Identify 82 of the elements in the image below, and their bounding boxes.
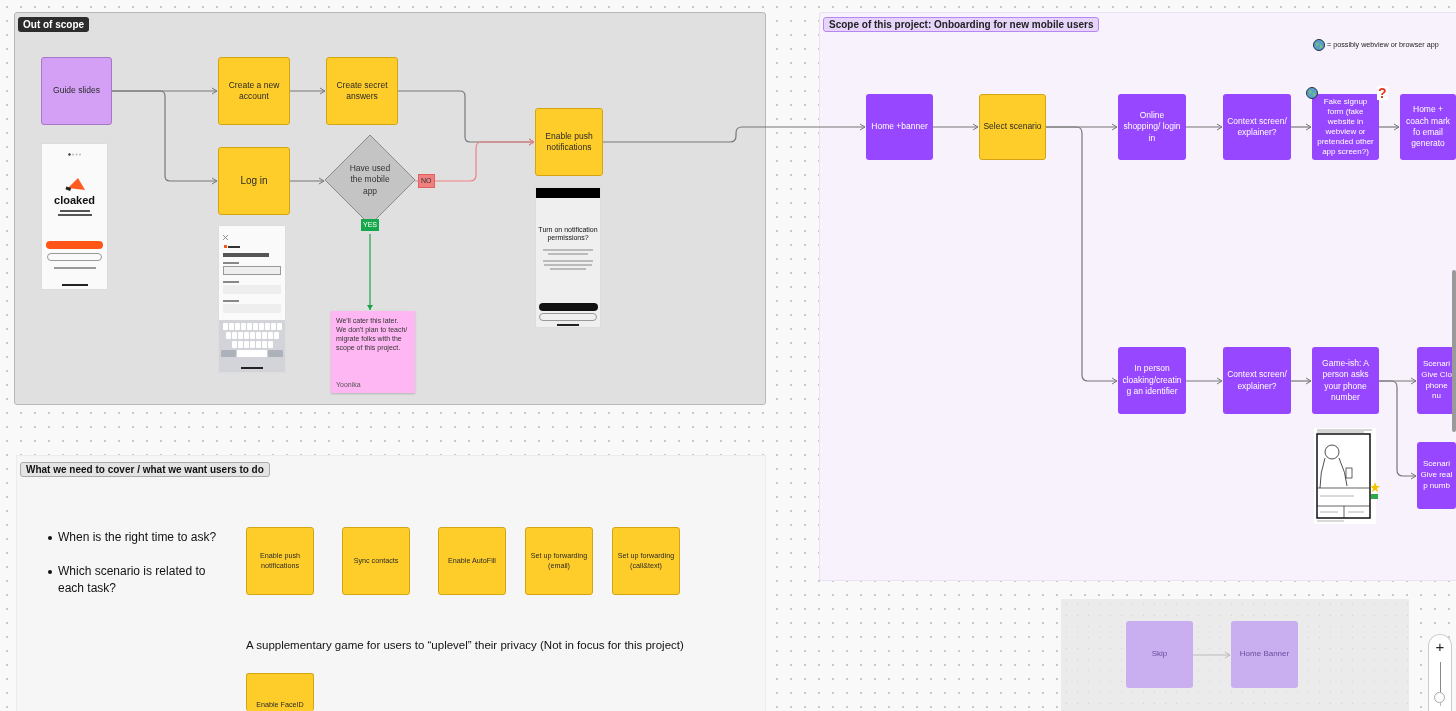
keyboard-key[interactable] xyxy=(267,341,273,348)
connector-arrow xyxy=(1290,123,1312,131)
keyboard-key[interactable] xyxy=(273,332,279,339)
blurred-text xyxy=(223,253,269,257)
connector-arrow xyxy=(289,87,326,95)
keyboard-key[interactable] xyxy=(231,332,237,339)
bullet-text: When is the right time to ask? xyxy=(58,529,217,546)
keyboard-key[interactable] xyxy=(221,350,236,357)
app-logo-text: cloaked xyxy=(54,194,95,206)
keyboard-key[interactable] xyxy=(268,350,283,357)
logo-icon xyxy=(224,245,227,248)
keyboard-key[interactable] xyxy=(249,341,255,348)
task-sticky: Enable push notifications xyxy=(535,108,603,176)
keyboard-key[interactable] xyxy=(234,323,240,330)
flow-step: Scenari Give real p numb xyxy=(1417,442,1456,509)
flow-step: Context screen/ explainer? xyxy=(1223,94,1291,160)
flow-step: Fake signup form (fake website in webview or pretended other app screen?) xyxy=(1312,94,1379,160)
flow-step: Skip xyxy=(1126,621,1193,688)
bullet-icon xyxy=(48,536,52,540)
keyboard-key[interactable] xyxy=(231,341,237,348)
blurred-text xyxy=(228,245,240,248)
keyboard-key[interactable] xyxy=(261,332,267,339)
keyboard-key[interactable] xyxy=(237,332,243,339)
keyboard-key[interactable] xyxy=(225,332,231,339)
flow-step: Home Banner xyxy=(1231,621,1298,688)
status-bar xyxy=(536,188,600,198)
task-sticky: Select scenario xyxy=(979,94,1046,160)
keyboard-key[interactable] xyxy=(255,332,261,339)
connector-arrow xyxy=(1290,377,1312,385)
task-sticky: Create secret answers xyxy=(326,57,398,125)
keyboard-key[interactable] xyxy=(228,323,234,330)
flow-step: Home + coach mark fo email generato xyxy=(1400,94,1456,160)
keyboard-key[interactable] xyxy=(249,332,255,339)
keyboard-key[interactable] xyxy=(258,323,264,330)
logo-icon xyxy=(63,178,86,192)
turn-on-button[interactable] xyxy=(538,303,598,311)
section-label: What we need to cover / what we want users to do xyxy=(20,462,270,477)
login-button[interactable] xyxy=(46,241,103,249)
keyboard-key[interactable] xyxy=(246,323,252,330)
keyboard-key[interactable] xyxy=(264,323,270,330)
task-sticky: Create a new account xyxy=(218,57,290,125)
section-label: Scope of this project: Onboarding for new mobile users xyxy=(823,17,1100,32)
keyboard-key[interactable] xyxy=(270,323,276,330)
connector-arrow xyxy=(932,123,979,131)
home-indicator xyxy=(61,284,88,286)
input-field[interactable] xyxy=(223,266,281,275)
question-mark: ? xyxy=(1377,86,1388,100)
flow-step: Home +banner xyxy=(866,94,933,160)
keyboard-key[interactable] xyxy=(261,341,267,348)
close-icon xyxy=(223,235,228,240)
keyboard-key[interactable] xyxy=(243,332,249,339)
task-sticky: Log in xyxy=(218,147,290,215)
flow-step: Online shopping/ login in xyxy=(1118,94,1186,160)
connector-arrow xyxy=(1185,123,1223,131)
keyboard-key[interactable] xyxy=(255,341,261,348)
connector-arrow xyxy=(289,177,325,185)
keyboard-key[interactable] xyxy=(240,323,246,330)
keyboard-key[interactable] xyxy=(222,323,228,330)
flow-step: Game-ish: A person asks your phone number xyxy=(1312,347,1379,414)
flow-step: Guide slides xyxy=(41,57,112,125)
home-indicator xyxy=(557,324,579,326)
flow-step: In person cloaking/creating an identifier xyxy=(1118,347,1186,414)
page-dots xyxy=(67,153,82,156)
bullet-icon xyxy=(48,570,52,574)
home-indicator xyxy=(241,367,263,369)
keyboard-key[interactable] xyxy=(276,323,282,330)
bullet-text: Which scenario is related to each task? xyxy=(58,563,207,597)
decision-text: Have used the mobile app xyxy=(348,163,392,198)
connector-arrow xyxy=(1185,377,1223,385)
section-label: Out of scope xyxy=(18,17,90,32)
keyboard-key[interactable] xyxy=(237,341,243,348)
zoom-thumb[interactable] xyxy=(1433,691,1445,703)
keyboard-key[interactable] xyxy=(252,323,258,330)
connector-arrow xyxy=(1378,123,1400,131)
flow-step: Context screen/ explainer? xyxy=(1223,347,1291,414)
keyboard-key[interactable] xyxy=(243,341,249,348)
supplement-text: A supplementary game for users to “uplevel” their privacy (Not in focus for this project) xyxy=(246,639,684,651)
globe-icon xyxy=(1313,39,1325,51)
zoom-in-button[interactable]: + xyxy=(1435,639,1445,654)
keyboard-key[interactable] xyxy=(237,350,267,357)
keyboard-key[interactable] xyxy=(267,332,273,339)
connector-arrow xyxy=(1192,651,1231,659)
